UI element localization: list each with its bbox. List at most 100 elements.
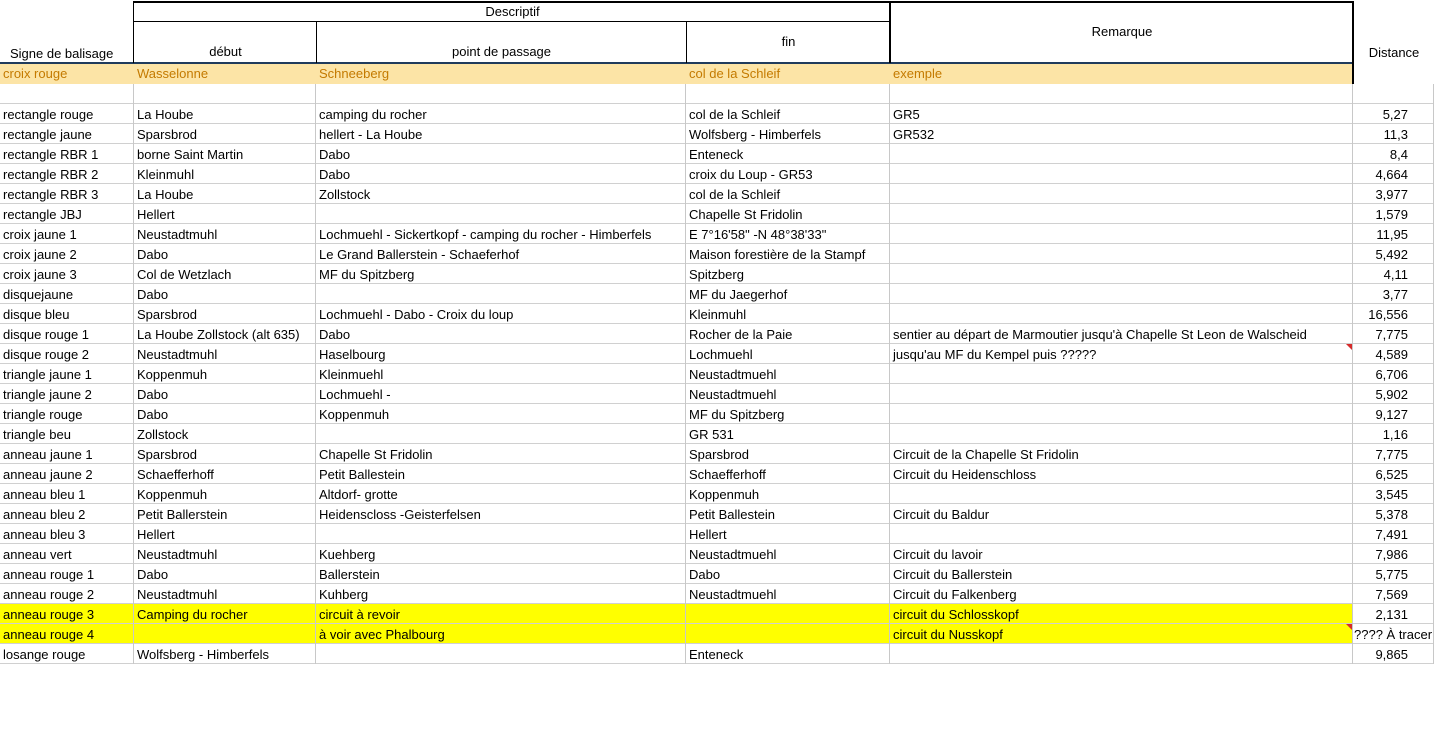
cell-signe[interactable]: rectangle rouge [0, 105, 134, 124]
cell-debut[interactable]: Dabo [134, 385, 316, 404]
cell-fin[interactable]: col de la Schleif [686, 185, 890, 204]
cell-signe[interactable]: croix jaune 3 [0, 265, 134, 284]
cell-fin[interactable]: Petit Ballestein [686, 505, 890, 524]
cell-point[interactable]: Petit Ballestein [316, 465, 686, 484]
cell-point[interactable]: Heidenscloss -Geisterfelsen [316, 505, 686, 524]
cell-fin[interactable] [686, 605, 890, 624]
cell-remarque[interactable]: Circuit du lavoir [890, 545, 1353, 564]
cell-debut[interactable]: Koppenmuh [134, 485, 316, 504]
cell-fin[interactable]: Sparsbrod [686, 445, 890, 464]
cell-signe[interactable]: triangle jaune 2 [0, 385, 134, 404]
cell-point[interactable]: Zollstock [316, 185, 686, 204]
cell-distance[interactable]: 9,865 [1353, 645, 1434, 664]
cell-debut[interactable]: Petit Ballerstein [134, 505, 316, 524]
cell-distance[interactable]: 9,127 [1353, 405, 1434, 424]
cell-fin[interactable]: Maison forestière de la Stampf [686, 245, 890, 264]
cell-signe[interactable]: anneau rouge 3 [0, 605, 134, 624]
cell-fin[interactable]: Koppenmuh [686, 485, 890, 504]
cell-fin[interactable]: GR 531 [686, 425, 890, 444]
cell-debut[interactable]: Schaefferhoff [134, 465, 316, 484]
example-remarque[interactable]: exemple [890, 64, 1353, 84]
cell-signe[interactable]: anneau rouge 4 [0, 625, 134, 644]
cell-signe[interactable]: rectangle JBJ [0, 205, 134, 224]
cell-fin[interactable]: Kleinmuhl [686, 305, 890, 324]
cell-distance[interactable]: 5,492 [1353, 245, 1434, 264]
cell-remarque[interactable]: circuit du Nusskopf [890, 625, 1353, 644]
cell-remarque[interactable]: jusqu'au MF du Kempel puis ????? [890, 345, 1353, 364]
cell-debut[interactable]: Hellert [134, 525, 316, 544]
cell-signe[interactable]: rectangle jaune [0, 125, 134, 144]
cell-distance[interactable]: 2,131 [1353, 605, 1434, 624]
cell-signe[interactable]: triangle beu [0, 425, 134, 444]
cell-fin[interactable]: MF du Spitzberg [686, 405, 890, 424]
cell-distance[interactable]: 3,77 [1353, 285, 1434, 304]
cell-debut[interactable]: Sparsbrod [134, 445, 316, 464]
cell-point[interactable]: Kuhberg [316, 585, 686, 604]
cell-debut[interactable]: Zollstock [134, 425, 316, 444]
cell-debut[interactable]: borne Saint Martin [134, 145, 316, 164]
example-point[interactable]: Schneeberg [316, 64, 686, 84]
cell-signe[interactable]: anneau bleu 2 [0, 505, 134, 524]
cell-point[interactable]: MF du Spitzberg [316, 265, 686, 284]
cell-remarque[interactable] [890, 185, 1353, 204]
cell-signe[interactable]: disque bleu [0, 305, 134, 324]
cell-distance[interactable]: 3,545 [1353, 485, 1434, 504]
cell-point[interactable]: à voir avec Phalbourg [316, 625, 686, 644]
cell-debut[interactable]: Sparsbrod [134, 305, 316, 324]
cell-distance[interactable]: 4,11 [1353, 265, 1434, 284]
cell-remarque[interactable] [890, 485, 1353, 504]
header-debut[interactable]: début [135, 42, 316, 61]
cell-signe[interactable]: anneau bleu 1 [0, 485, 134, 504]
cell-distance[interactable]: 7,569 [1353, 585, 1434, 604]
cell-fin[interactable]: Chapelle St Fridolin [686, 205, 890, 224]
cell-fin[interactable]: MF du Jaegerhof [686, 285, 890, 304]
header-distance[interactable]: Distance [1354, 43, 1434, 62]
cell-distance[interactable]: 4,664 [1353, 165, 1434, 184]
cell-distance[interactable]: 5,775 [1353, 565, 1434, 584]
cell-signe[interactable]: triangle rouge [0, 405, 134, 424]
example-signe[interactable]: croix rouge [0, 64, 134, 84]
cell-point[interactable]: Koppenmuh [316, 405, 686, 424]
cell-distance[interactable]: 4,589 [1353, 345, 1434, 364]
cell-point[interactable] [316, 525, 686, 544]
cell-fin[interactable]: Neustadtmuehl [686, 385, 890, 404]
cell-point[interactable]: Lochmuehl - [316, 385, 686, 404]
cell-distance[interactable]: 8,4 [1353, 145, 1434, 164]
cell-debut[interactable]: Wolfsberg - Himberfels [134, 645, 316, 664]
cell-remarque[interactable] [890, 265, 1353, 284]
cell-remarque[interactable]: Circuit du Baldur [890, 505, 1353, 524]
cell-distance[interactable]: 7,775 [1353, 445, 1434, 464]
cell-point[interactable]: Kuehberg [316, 545, 686, 564]
comment-indicator-icon[interactable] [1346, 344, 1352, 350]
cell-point[interactable]: Haselbourg [316, 345, 686, 364]
cell-signe[interactable]: anneau vert [0, 545, 134, 564]
cell-fin[interactable]: E 7°16'58" -N 48°38'33" [686, 225, 890, 244]
cell-debut[interactable]: Neustadtmuhl [134, 545, 316, 564]
cell-debut[interactable]: Kleinmuhl [134, 165, 316, 184]
cell-remarque[interactable]: Circuit de la Chapelle St Fridolin [890, 445, 1353, 464]
cell-point[interactable]: Altdorf- grotte [316, 485, 686, 504]
cell-point[interactable]: hellert - La Hoube [316, 125, 686, 144]
cell-distance[interactable]: 7,986 [1353, 545, 1434, 564]
cell-debut[interactable]: Col de Wetzlach [134, 265, 316, 284]
cell-point[interactable]: Le Grand Ballerstein - Schaeferhof [316, 245, 686, 264]
cell-fin[interactable]: Schaefferhoff [686, 465, 890, 484]
cell-point[interactable] [316, 425, 686, 444]
cell-remarque[interactable] [890, 305, 1353, 324]
cell-distance[interactable]: 5,902 [1353, 385, 1434, 404]
cell-point[interactable]: Kleinmuehl [316, 365, 686, 384]
cell-remarque[interactable]: GR532 [890, 125, 1353, 144]
cell-remarque[interactable] [890, 405, 1353, 424]
cell-distance[interactable]: 6,525 [1353, 465, 1434, 484]
cell-signe[interactable]: croix jaune 2 [0, 245, 134, 264]
cell-point[interactable]: Lochmuehl - Sickertkopf - camping du roc… [316, 225, 686, 244]
cell-signe[interactable]: triangle jaune 1 [0, 365, 134, 384]
cell-debut[interactable]: Neustadtmuhl [134, 345, 316, 364]
cell-distance[interactable]: 6,706 [1353, 365, 1434, 384]
cell-signe[interactable]: anneau jaune 1 [0, 445, 134, 464]
cell-remarque[interactable]: Circuit du Falkenberg [890, 585, 1353, 604]
cell-signe[interactable]: croix jaune 1 [0, 225, 134, 244]
cell-signe[interactable]: disque rouge 1 [0, 325, 134, 344]
cell-fin[interactable]: Rocher de la Paie [686, 325, 890, 344]
cell-distance[interactable]: 16,556 [1353, 305, 1434, 324]
